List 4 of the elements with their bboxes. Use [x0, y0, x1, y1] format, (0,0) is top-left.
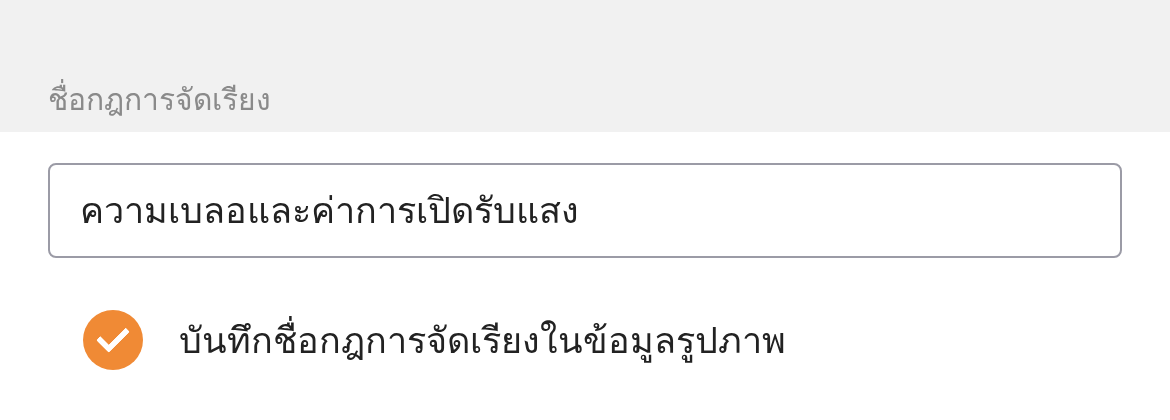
- checkbox-label[interactable]: บันทึกชื่อกฎการจัดเรียงในข้อมูลรูปภาพ: [179, 311, 786, 369]
- checkbox[interactable]: [83, 310, 143, 370]
- section-header: ชื่อกฎการจัดเรียง: [48, 80, 271, 120]
- input-field[interactable]: ความเบลอและค่าการเปิดรับแสง: [48, 163, 1122, 258]
